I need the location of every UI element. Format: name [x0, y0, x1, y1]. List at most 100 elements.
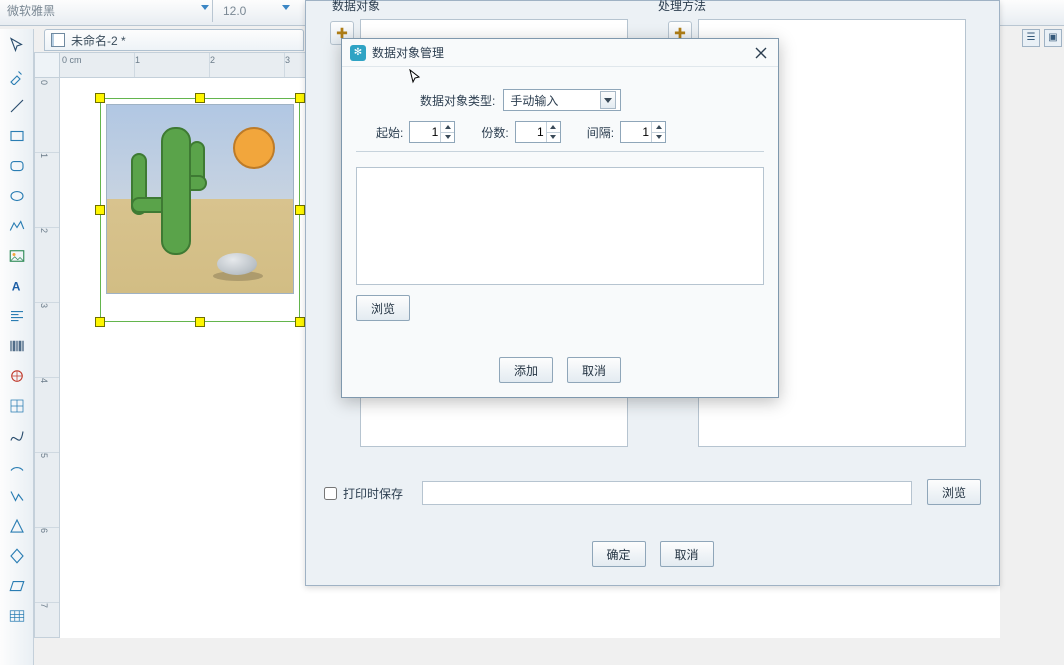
- pointer-tool[interactable]: [4, 33, 30, 59]
- text-tool[interactable]: A: [4, 273, 30, 299]
- close-button[interactable]: [752, 44, 770, 62]
- ruler-h-tick: 2: [210, 55, 215, 65]
- barcode-tool[interactable]: [4, 333, 30, 359]
- ruler-v-tick: 6: [39, 528, 49, 533]
- ruler-v-tick: 3: [39, 303, 49, 308]
- triangle-tool[interactable]: [4, 513, 30, 539]
- interval-label: 间隔:: [587, 124, 614, 141]
- font-size-combo[interactable]: 12.0: [223, 0, 293, 22]
- interval-input[interactable]: [621, 122, 651, 142]
- resize-handle[interactable]: [295, 93, 305, 103]
- curve-tool[interactable]: [4, 423, 30, 449]
- copies-input[interactable]: [516, 122, 546, 142]
- rect-tool[interactable]: [4, 123, 30, 149]
- text-align-tool[interactable]: [4, 303, 30, 329]
- type-combo[interactable]: 手动输入: [503, 89, 621, 111]
- line-tool[interactable]: [4, 93, 30, 119]
- polyline-tool[interactable]: [4, 213, 30, 239]
- resize-handle[interactable]: [195, 317, 205, 327]
- browse-path-button[interactable]: 浏览: [927, 479, 981, 505]
- sun-icon: [233, 127, 275, 169]
- font-name-combo[interactable]: 微软雅黑: [3, 0, 213, 22]
- resize-handle[interactable]: [295, 205, 305, 215]
- selected-image-object[interactable]: [100, 98, 300, 322]
- ruler-v-tick: 2: [39, 228, 49, 233]
- eyedropper-tool[interactable]: [4, 63, 30, 89]
- chevron-down-icon[interactable]: [546, 133, 560, 143]
- chevron-up-icon[interactable]: [546, 122, 560, 133]
- ruler-vertical: 0 1 2 3 4 5 6 7: [34, 78, 60, 638]
- rock-icon: [217, 253, 257, 275]
- type-value: 手动输入: [510, 92, 558, 109]
- save-on-print-row[interactable]: 打印时保存: [324, 485, 403, 502]
- browse-button[interactable]: 浏览: [356, 295, 410, 321]
- save-on-print-label: 打印时保存: [343, 485, 403, 502]
- data-textarea[interactable]: [356, 167, 764, 285]
- cancel-button[interactable]: 取消: [567, 357, 621, 383]
- resize-handle[interactable]: [95, 317, 105, 327]
- parallelogram-tool[interactable]: [4, 573, 30, 599]
- image-tool[interactable]: [4, 243, 30, 269]
- align-icon[interactable]: ▣: [1044, 29, 1062, 47]
- save-path-field[interactable]: [422, 481, 912, 505]
- font-name-value: 微软雅黑: [7, 4, 55, 18]
- host-cancel-button[interactable]: 取消: [660, 541, 714, 567]
- table-tool[interactable]: [4, 603, 30, 629]
- chevron-up-icon[interactable]: [651, 122, 665, 133]
- chevron-down-icon[interactable]: [440, 133, 454, 143]
- top-right-toolbar: ☰ ▣: [1022, 29, 1064, 51]
- cursor-icon: [408, 69, 424, 90]
- document-tab[interactable]: 未命名-2 *: [44, 29, 304, 51]
- ruler-v-tick: 4: [39, 378, 49, 383]
- rounded-rect-tool[interactable]: [4, 153, 30, 179]
- start-label: 起始:: [376, 124, 403, 141]
- resize-handle[interactable]: [295, 317, 305, 327]
- dialog-button-row: 添加 取消: [342, 357, 778, 383]
- ruler-h-tick: 0 cm: [62, 55, 82, 65]
- marker-tool[interactable]: [4, 363, 30, 389]
- section-label-processing: 处理方法: [658, 0, 706, 14]
- grid-tool[interactable]: [4, 393, 30, 419]
- arc-tool[interactable]: [4, 453, 30, 479]
- chevron-down-icon: [282, 5, 290, 10]
- resize-handle[interactable]: [195, 93, 205, 103]
- interval-spinner[interactable]: [620, 121, 666, 143]
- start-spinner[interactable]: [409, 121, 455, 143]
- host-ok-button[interactable]: 确定: [592, 541, 646, 567]
- close-icon: [755, 47, 767, 59]
- dialog-titlebar[interactable]: ✻ 数据对象管理: [342, 39, 778, 67]
- ruler-h-tick: 3: [285, 55, 290, 65]
- ruler-h-tick: 1: [135, 55, 140, 65]
- chevron-up-icon[interactable]: [440, 122, 454, 133]
- ellipse-tool[interactable]: [4, 183, 30, 209]
- dialog-title: 数据对象管理: [372, 44, 444, 61]
- copies-label: 份数:: [481, 124, 508, 141]
- section-label-data-object: 数据对象: [332, 0, 380, 14]
- host-dialog-buttons: 确定 取消: [306, 541, 999, 567]
- placed-image[interactable]: [106, 104, 294, 294]
- app-icon: ✻: [350, 45, 366, 61]
- chevron-down-icon: [600, 91, 616, 109]
- divider: [356, 151, 764, 152]
- resize-handle[interactable]: [95, 93, 105, 103]
- ruler-v-tick: 5: [39, 453, 49, 458]
- layers-icon[interactable]: ☰: [1022, 29, 1040, 47]
- cactus-icon: [161, 127, 191, 255]
- chevron-down-icon[interactable]: [651, 133, 665, 143]
- diamond-tool[interactable]: [4, 543, 30, 569]
- add-button[interactable]: 添加: [499, 357, 553, 383]
- copies-spinner[interactable]: [515, 121, 561, 143]
- type-label: 数据对象类型:: [420, 92, 495, 109]
- resize-handle[interactable]: [95, 205, 105, 215]
- data-object-manager-dialog: ✻ 数据对象管理 数据对象类型: 手动输入 起始: 份数: 间隔:: [341, 38, 779, 398]
- freeform-tool[interactable]: [4, 483, 30, 509]
- document-title: 未命名-2 *: [71, 32, 126, 49]
- tool-palette: A: [0, 29, 34, 665]
- ruler-v-tick: 1: [39, 153, 49, 158]
- type-row: 数据对象类型: 手动输入: [420, 89, 621, 111]
- chevron-down-icon: [201, 5, 209, 10]
- ruler-corner: [34, 52, 60, 78]
- save-on-print-checkbox[interactable]: [324, 487, 337, 500]
- start-input[interactable]: [410, 122, 440, 142]
- svg-text:A: A: [11, 280, 20, 294]
